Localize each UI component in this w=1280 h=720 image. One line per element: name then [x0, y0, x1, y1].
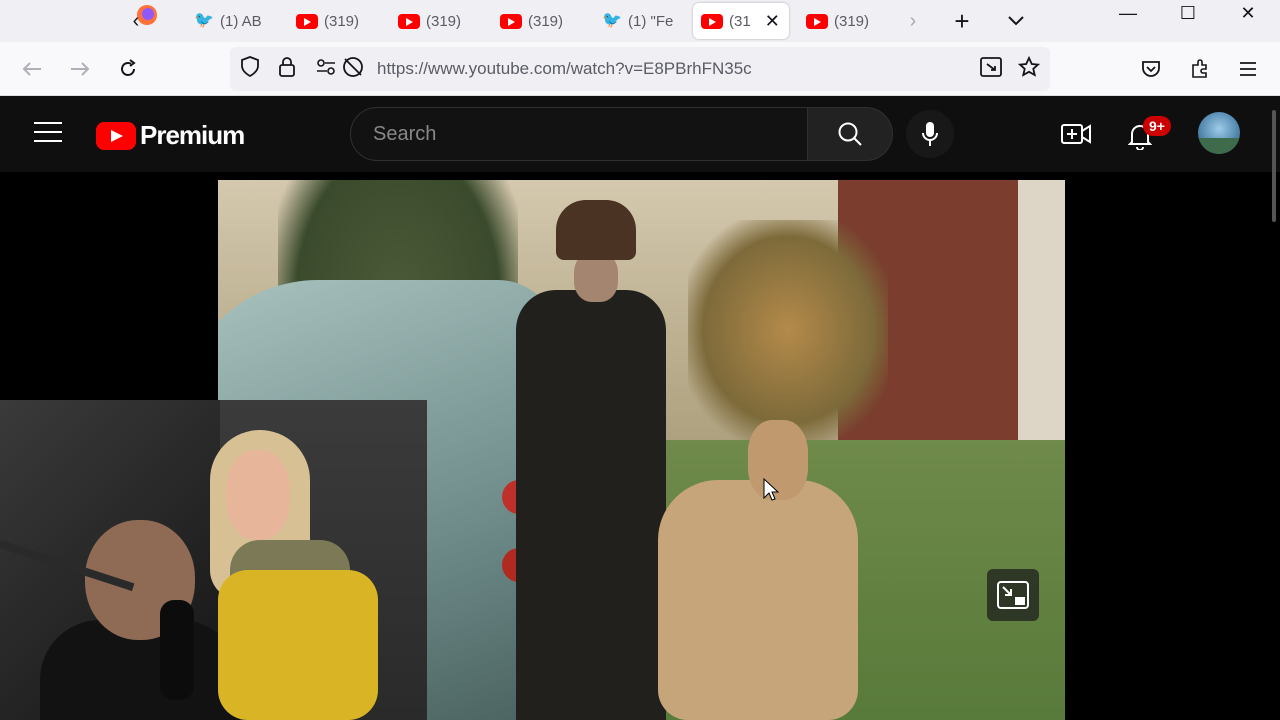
- account-avatar[interactable]: [1198, 112, 1240, 154]
- url-text[interactable]: https://www.youtube.com/watch?v=E8PBrhFN…: [377, 59, 752, 79]
- youtube-icon: [500, 13, 522, 29]
- tab-label: (319): [528, 12, 564, 30]
- twitter-icon: 🐦: [602, 12, 622, 29]
- bookmark-star-icon[interactable]: [1017, 55, 1041, 83]
- page-scrollbar[interactable]: [1272, 110, 1276, 222]
- tab-7[interactable]: (319): [798, 3, 894, 39]
- youtube-icon: [701, 13, 723, 29]
- app-menu-icon[interactable]: [1230, 51, 1266, 87]
- youtube-icon: [806, 13, 828, 29]
- search-input[interactable]: [351, 108, 807, 160]
- back-button[interactable]: [14, 51, 50, 87]
- miniplayer-icon: [997, 581, 1029, 609]
- tab-label: (319): [426, 12, 462, 30]
- lock-icon[interactable]: [278, 56, 296, 83]
- create-video-button[interactable]: [1056, 114, 1096, 154]
- autoplay-blocked-icon[interactable]: [342, 56, 364, 83]
- twitter-icon: 🐦: [194, 12, 214, 29]
- youtube-premium-logo[interactable]: Premium: [96, 120, 245, 151]
- tab-label: (319): [324, 12, 360, 30]
- logo-text: Premium: [140, 120, 245, 150]
- hamburger-menu-icon[interactable]: [34, 122, 62, 144]
- permissions-icon[interactable]: [316, 58, 336, 80]
- mouse-cursor-icon: [763, 478, 779, 501]
- tab-label: (319): [834, 12, 870, 30]
- shield-icon[interactable]: [240, 55, 260, 83]
- tab-1[interactable]: 🐦 (1) AB: [186, 3, 286, 39]
- tab-scroll-left-button[interactable]: ‹: [118, 3, 154, 39]
- youtube-header: Premium: [0, 96, 1280, 172]
- new-tab-button[interactable]: +: [944, 3, 980, 39]
- forward-button[interactable]: [62, 51, 98, 87]
- close-tab-icon[interactable]: ✕: [765, 11, 780, 32]
- reload-button[interactable]: [110, 51, 146, 87]
- navigation-bar: https://www.youtube.com/watch?v=E8PBrhFN…: [0, 42, 1280, 96]
- maximize-button[interactable]: ☐: [1158, 0, 1218, 26]
- reader-view-icon[interactable]: [980, 56, 1002, 82]
- search-button[interactable]: [807, 107, 893, 161]
- tab-label: (1) "Fe: [628, 12, 674, 30]
- youtube-icon: [296, 13, 318, 29]
- url-bar[interactable]: https://www.youtube.com/watch?v=E8PBrhFN…: [230, 47, 1050, 91]
- youtube-logo-icon: [96, 121, 136, 150]
- miniplayer-button[interactable]: [987, 569, 1039, 621]
- youtube-icon: [398, 13, 420, 29]
- tab-5[interactable]: 🐦 (1) "Fe: [594, 3, 694, 39]
- tab-2[interactable]: (319): [288, 3, 388, 39]
- webcam-overlay: [0, 400, 427, 720]
- minimize-button[interactable]: —: [1098, 0, 1158, 26]
- tab-list-button[interactable]: [998, 3, 1034, 39]
- tab-6-active[interactable]: (31 ✕: [693, 3, 789, 39]
- pocket-icon[interactable]: [1133, 51, 1169, 87]
- tab-label: (1) AB: [220, 12, 262, 30]
- notification-count-badge: 9+: [1143, 116, 1171, 136]
- extensions-icon[interactable]: [1182, 51, 1218, 87]
- tab-label: (31: [729, 12, 751, 30]
- microphone-icon: [922, 122, 938, 146]
- tab-scroll-right-button[interactable]: ›: [895, 3, 931, 39]
- search-icon: [838, 122, 862, 146]
- search-box[interactable]: [350, 107, 808, 161]
- video-camera-plus-icon: [1061, 124, 1091, 144]
- voice-search-button[interactable]: [906, 110, 954, 158]
- tab-bar: ‹ 🐦 (1) AB (319) (319) (319) 🐦 (1) "Fe (…: [0, 0, 1280, 42]
- close-window-button[interactable]: ✕: [1218, 0, 1278, 26]
- tab-3[interactable]: (319): [390, 3, 490, 39]
- tab-4[interactable]: (319): [492, 3, 592, 39]
